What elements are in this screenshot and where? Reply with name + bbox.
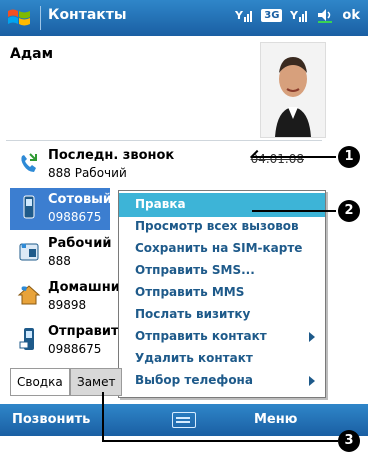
row-title: Сотовый [48,192,113,207]
signal-icon-2[interactable]: Y [290,7,308,23]
menu-item-label: Отправить SMS... [135,263,255,277]
app-title: Контакты [48,7,127,23]
menu-item-label: Просмотр всех вызовов [135,219,299,233]
title-bar: Контакты Y 3G Y ok [0,0,368,36]
windows-start-icon[interactable] [6,5,32,31]
svg-text:Y: Y [290,9,299,22]
tab-notes[interactable]: Замет [70,368,123,396]
row-title: Последн. звонок [48,148,175,163]
send-sms-icon [19,328,34,350]
menu-item-label: Послать визитку [135,307,251,321]
tab-bar: Сводка Замет [0,366,368,398]
menu-item-label: Правка [135,197,186,211]
header-divider [6,140,322,141]
submenu-arrow-icon [309,332,315,342]
contact-name: Адам [10,46,54,62]
menu-item-send-contact[interactable]: Отправить контакт [119,325,325,349]
row-title: Рабочий [48,236,112,251]
menu-item-label: Удалить контакт [135,351,253,365]
callout-line-3-vert [102,392,104,442]
row-title: Отправит [48,324,119,339]
tab-label: Замет [77,375,116,389]
tab-label: Сводка [17,375,63,389]
menu-softkey[interactable]: Меню [254,412,297,427]
menu-item-save-to-sim[interactable]: Сохранить на SIM-карте [119,237,325,261]
row-last-call[interactable]: Последн. звонок 888 Рабочий 04.01.08 [0,144,368,186]
callout-3: 3 [338,430,360,452]
menu-item-send-card[interactable]: Послать визитку [119,303,325,327]
callout-2: 2 [338,200,360,222]
title-separator [40,6,41,30]
menu-item-label: Отправить контакт [135,329,267,343]
keyboard-icon[interactable] [172,412,196,428]
svg-text:Y: Y [235,9,244,22]
row-subtitle: 888 Рабочий [48,166,127,180]
signal-icon[interactable]: Y [235,7,253,23]
row-title: Домашни [48,280,120,295]
callout-1: 1 [338,146,360,168]
phone-call-icon [21,153,37,172]
volume-icon[interactable] [316,7,334,23]
menu-item-label: Отправить MMS [135,285,245,299]
menu-item-send-mms[interactable]: Отправить MMS [119,281,325,305]
tab-summary[interactable]: Сводка [10,368,70,396]
softkey-bar: Позвонить Меню [0,404,368,436]
contact-photo [260,42,326,138]
menu-item-edit[interactable]: Правка [119,193,325,217]
row-subtitle: 0988675 [48,210,102,224]
callout-line-1 [252,156,336,158]
work-phone-icon [19,243,39,261]
ok-button[interactable]: ok [342,8,360,23]
row-subtitle: 89898 [48,298,87,312]
mobile-phone-icon [23,195,35,219]
home-phone-icon [17,285,41,305]
callout-line-3-horz [102,440,338,442]
menu-item-view-all-calls[interactable]: Просмотр всех вызовов [119,215,325,239]
status-icons: Y 3G Y ok [235,7,360,23]
row-subtitle: 0988675 [48,342,102,356]
call-softkey[interactable]: Позвонить [12,412,90,427]
3g-icon[interactable]: 3G [261,8,283,22]
menu-item-send-sms[interactable]: Отправить SMS... [119,259,325,283]
menu-item-label: Сохранить на SIM-карте [135,241,303,255]
row-subtitle: 888 [48,254,71,268]
callout-line-2 [252,210,336,212]
